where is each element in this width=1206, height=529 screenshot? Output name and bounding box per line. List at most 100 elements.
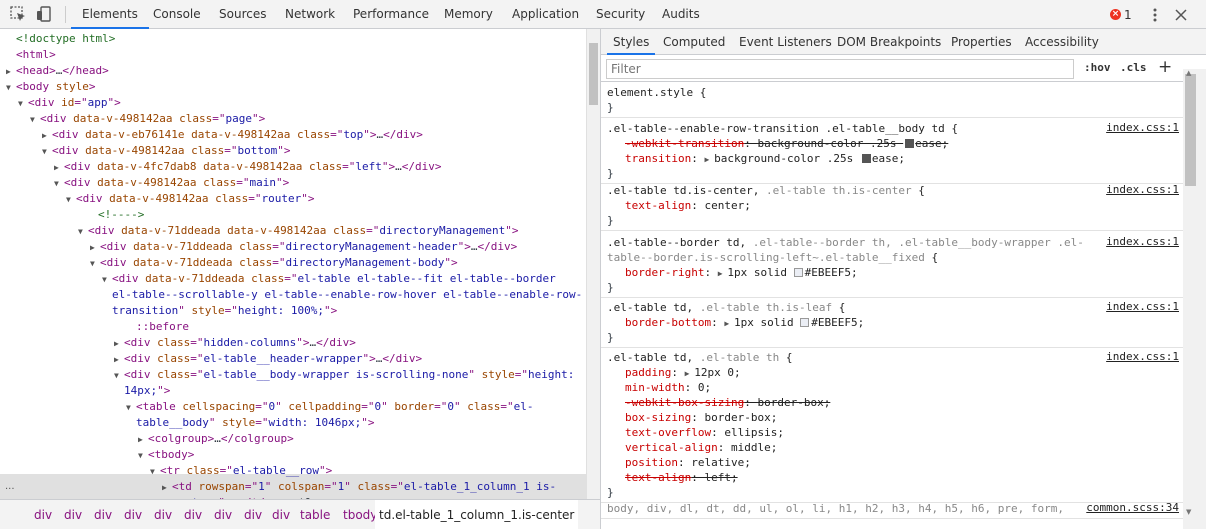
hov-toggle-button[interactable]: :hov [1084, 61, 1111, 74]
expand-triangle-icon[interactable]: ▶ [42, 128, 52, 144]
expand-shorthand-icon[interactable]: ▶ [724, 319, 734, 328]
style-property[interactable]: transition: ▶ background-color .25s ease… [625, 151, 905, 166]
expand-triangle-icon[interactable]: ▶ [90, 240, 100, 256]
rule-selector[interactable]: .el-table--border td, .el-table--border … [607, 235, 1084, 250]
property-name[interactable]: -webkit-transition [625, 137, 744, 150]
collapse-triangle-icon[interactable]: ▼ [78, 224, 88, 240]
rule-selector[interactable]: element.style { [607, 85, 706, 100]
collapse-triangle-icon[interactable]: ▼ [30, 112, 40, 128]
dom-node-line[interactable]: ▼ <table cellspacing="0" cellpadding="0" … [126, 399, 533, 415]
tab-audits[interactable]: Audits [651, 0, 711, 29]
breadcrumb-item[interactable]: div [214, 500, 232, 529]
new-style-rule-button[interactable]: + [1158, 57, 1172, 77]
dom-node-line[interactable]: ::before [136, 319, 189, 335]
breadcrumb-item[interactable]: div [154, 500, 172, 529]
property-value[interactable]: 1px solid [727, 266, 793, 279]
expand-triangle-icon[interactable]: ▶ [138, 432, 148, 448]
breadcrumb-item[interactable]: div [94, 500, 112, 529]
dom-node-line[interactable]: <html> [16, 47, 56, 63]
sidebar-tab-styles[interactable]: Styles [607, 29, 656, 55]
rule-selector[interactable]: .el-table td, .el-table th.is-leaf { [607, 300, 845, 315]
breadcrumb-item[interactable]: div [124, 500, 142, 529]
tab-console[interactable]: Console [142, 0, 212, 29]
collapse-triangle-icon[interactable]: ▼ [90, 256, 100, 272]
property-name[interactable]: -webkit-box-sizing [625, 396, 744, 409]
styles-scrollbar-thumb[interactable] [1185, 74, 1196, 186]
bezier-editor-icon[interactable] [861, 154, 871, 163]
style-property[interactable]: position: relative; [625, 455, 751, 470]
style-property[interactable]: border-right: ▶ 1px solid #EBEEF5; [625, 265, 858, 280]
dom-node-line[interactable]: ▼ <div data-v-498142aa class="page"> [30, 111, 265, 127]
scroll-down-icon[interactable]: ▼ [1186, 508, 1191, 516]
property-name[interactable]: border-right [625, 266, 704, 279]
dom-node-line[interactable]: ▶ <colgroup>…</colgroup> [138, 431, 294, 447]
dom-node-line[interactable]: <!----> [98, 207, 144, 223]
rule-selector[interactable]: .el-table td, .el-table th { [607, 350, 792, 365]
dom-node-line[interactable]: ▼ <div data-v-498142aa class="router"> [66, 191, 314, 207]
style-property[interactable]: text-align: center; [625, 198, 751, 213]
color-swatch-icon[interactable] [793, 268, 803, 277]
style-property[interactable]: border-bottom: ▶ 1px solid #EBEEF5; [625, 315, 864, 330]
dom-node-line[interactable]: ▼ <div class="el-table__body-wrapper is-s… [114, 367, 574, 383]
dom-node-line[interactable]: ▶ <div data-v-4fc7dab8 data-v-498142aa cl… [54, 159, 442, 175]
cls-toggle-button[interactable]: .cls [1120, 61, 1147, 74]
collapse-triangle-icon[interactable]: ▼ [102, 272, 112, 288]
property-value[interactable]: #EBEEF5; [811, 316, 864, 329]
rule-selector[interactable]: .el-table td.is-center, .el-table th.is-… [607, 183, 925, 198]
expand-shorthand-icon[interactable]: ▶ [718, 269, 728, 278]
tab-elements[interactable]: Elements [71, 0, 149, 29]
dom-node-line[interactable]: transition" style="height: 100%;"> [112, 303, 337, 319]
property-value[interactable]: background-color .25s [757, 137, 903, 150]
breadcrumb-item[interactable]: div [272, 500, 290, 529]
dom-node-line[interactable]: table__body" style="width: 1046px;"> [136, 415, 374, 431]
rule-selector[interactable]: body, div, dl, dt, dd, ul, ol, li, h1, h… [607, 501, 1064, 516]
property-value[interactable]: #EBEEF5; [805, 266, 858, 279]
tab-application[interactable]: Application [501, 0, 590, 29]
dom-node-line[interactable]: ▶ <div data-v-eb76141e data-v-498142aa cl… [42, 127, 423, 143]
device-toggle-icon[interactable] [35, 5, 53, 23]
property-name[interactable]: padding [625, 366, 671, 379]
dom-node-line[interactable]: ▶ <div class="el-table__header-wrapper">…… [114, 351, 422, 367]
breadcrumb-item[interactable]: div [244, 500, 262, 529]
property-value[interactable]: relative; [691, 456, 751, 469]
styles-filter-input[interactable] [606, 59, 1074, 79]
style-property[interactable]: vertical-align: middle; [625, 440, 777, 455]
collapse-triangle-icon[interactable]: ▼ [18, 96, 28, 112]
property-value[interactable]: ellipsis; [724, 426, 784, 439]
dom-scrollbar-thumb[interactable] [589, 43, 598, 105]
dom-node-line[interactable]: ▼ <tr class="el-table__row"> [150, 463, 332, 479]
dom-node-line[interactable]: ▶ <head>…</head> [6, 63, 109, 79]
collapse-triangle-icon[interactable]: ▼ [6, 80, 16, 96]
collapse-triangle-icon[interactable]: ▼ [54, 176, 64, 192]
breadcrumb-item[interactable]: tbody [343, 500, 377, 529]
dom-node-line[interactable]: 14px;"> [124, 383, 170, 399]
breadcrumb-item[interactable]: table [300, 500, 330, 529]
dom-node-line[interactable]: el-table--scrollable-y el-table--enable-… [112, 287, 582, 303]
property-value[interactable]: border-box; [757, 396, 830, 409]
collapse-triangle-icon[interactable]: ▼ [138, 448, 148, 464]
expand-triangle-icon[interactable]: ▶ [114, 336, 124, 352]
property-value[interactable]: middle; [731, 441, 777, 454]
property-name[interactable]: transition [625, 152, 691, 165]
dom-node-line[interactable]: ▶ <div data-v-71ddeada class="directoryMa… [90, 239, 517, 255]
property-name[interactable]: box-sizing [625, 411, 691, 424]
rule-selector[interactable]: .el-table--enable-row-transition .el-tab… [607, 121, 958, 136]
sidebar-tab-event-listeners[interactable]: Event Listeners [733, 29, 838, 55]
expand-shorthand-icon[interactable]: ▶ [704, 155, 714, 164]
dom-node-line[interactable]: <!doctype html> [16, 31, 115, 47]
dom-node-line[interactable]: ▼ <div id="app"> [18, 95, 121, 111]
dom-node-line[interactable]: ▼ <div data-v-71ddeada class="el-table el… [102, 271, 556, 287]
tab-performance[interactable]: Performance [342, 0, 440, 29]
rule-source-link[interactable]: index.css:1 [1106, 121, 1179, 134]
expand-triangle-icon[interactable]: ▶ [114, 352, 124, 368]
expand-triangle-icon[interactable]: ▶ [54, 160, 64, 176]
sidebar-tab-computed[interactable]: Computed [657, 29, 731, 55]
sidebar-tab-accessibility[interactable]: Accessibility [1019, 29, 1105, 55]
tab-security[interactable]: Security [585, 0, 656, 29]
style-property[interactable]: text-overflow: ellipsis; [625, 425, 784, 440]
property-name[interactable]: min-width [625, 381, 685, 394]
error-counter[interactable]: × 1 [1110, 6, 1132, 23]
bezier-editor-icon[interactable] [905, 139, 915, 148]
style-property[interactable]: -webkit-box-sizing: border-box; [625, 395, 830, 410]
property-name[interactable]: text-overflow [625, 426, 711, 439]
